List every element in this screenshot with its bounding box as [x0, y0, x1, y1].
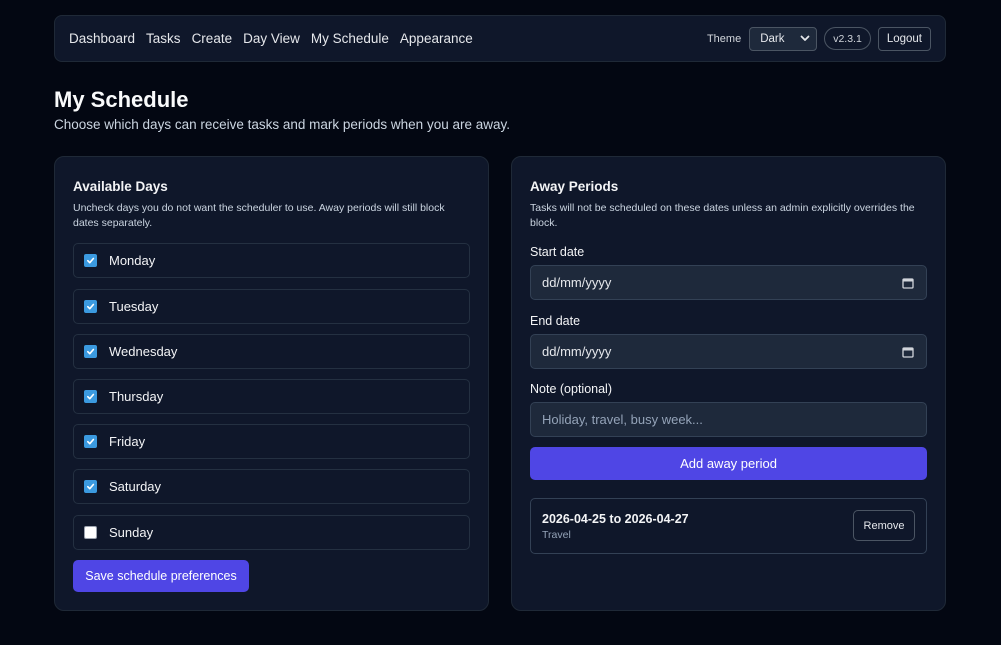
day-label-tuesday: Tuesday — [109, 299, 159, 314]
theme-select-value: Dark — [760, 32, 785, 45]
saturday-checkbox[interactable] — [84, 480, 97, 493]
end-date-value: dd/mm/yyyy — [542, 344, 612, 359]
check-icon — [86, 438, 95, 445]
theme-select[interactable]: Dark — [749, 26, 818, 51]
away-periods-card: Away Periods Tasks will not be scheduled… — [511, 156, 946, 611]
version-badge: v2.3.1 — [824, 27, 871, 50]
nav-link-day-view[interactable]: Day View — [243, 31, 300, 46]
day-row-saturday[interactable]: Saturday — [73, 469, 470, 504]
available-days-card: Available Days Uncheck days you do not w… — [54, 156, 489, 611]
thursday-checkbox[interactable] — [84, 390, 97, 403]
nav-link-tasks[interactable]: Tasks — [146, 31, 181, 46]
sunday-checkbox[interactable] — [84, 526, 97, 539]
day-row-thursday[interactable]: Thursday — [73, 379, 470, 414]
away-period-item: 2026-04-25 to 2026-04-27 Travel Remove — [530, 498, 927, 554]
day-row-sunday[interactable]: Sunday — [73, 515, 470, 550]
day-label-sunday: Sunday — [109, 525, 154, 540]
start-date-value: dd/mm/yyyy — [542, 275, 612, 290]
note-placeholder: Holiday, travel, busy week... — [542, 412, 703, 427]
page-subtitle: Choose which days can receive tasks and … — [54, 117, 510, 132]
start-date-input[interactable]: dd/mm/yyyy — [530, 265, 927, 300]
away-period-note: Travel — [542, 529, 571, 541]
tuesday-checkbox[interactable] — [84, 300, 97, 313]
note-input[interactable]: Holiday, travel, busy week... — [530, 402, 927, 437]
nav-link-appearance[interactable]: Appearance — [400, 31, 473, 46]
available-days-title: Available Days — [73, 179, 168, 194]
day-row-wednesday[interactable]: Wednesday — [73, 334, 470, 369]
day-row-monday[interactable]: Monday — [73, 243, 470, 278]
nav-link-create[interactable]: Create — [192, 31, 233, 46]
away-period-range: 2026-04-25 to 2026-04-27 — [542, 512, 689, 526]
theme-label: Theme — [706, 32, 742, 45]
end-date-input[interactable]: dd/mm/yyyy — [530, 334, 927, 369]
top-nav: Dashboard Tasks Create Day View My Sched… — [54, 15, 946, 62]
start-date-label: Start date — [530, 245, 585, 259]
nav-links: Dashboard Tasks Create Day View My Sched… — [69, 31, 484, 46]
remove-away-period-button[interactable]: Remove — [853, 510, 915, 541]
friday-checkbox[interactable] — [84, 435, 97, 448]
end-date-label: End date — [530, 314, 581, 328]
nav-link-dashboard[interactable]: Dashboard — [69, 31, 135, 46]
note-label: Note (optional) — [530, 382, 612, 396]
add-away-period-button[interactable]: Add away period — [530, 447, 927, 480]
check-icon — [86, 483, 95, 490]
calendar-icon[interactable] — [902, 277, 914, 289]
day-label-thursday: Thursday — [109, 389, 164, 404]
day-label-friday: Friday — [109, 434, 146, 449]
logout-button[interactable]: Logout — [877, 26, 931, 51]
monday-checkbox[interactable] — [84, 254, 97, 267]
day-label-wednesday: Wednesday — [109, 344, 178, 359]
away-periods-title: Away Periods — [530, 179, 619, 194]
nav-link-my-schedule[interactable]: My Schedule — [311, 31, 389, 46]
chevron-down-icon — [800, 35, 810, 41]
day-label-saturday: Saturday — [109, 479, 162, 494]
away-periods-description: Tasks will not be scheduled on these dat… — [530, 202, 915, 229]
available-days-description: Uncheck days you do not want the schedul… — [73, 202, 445, 229]
check-icon — [86, 303, 95, 310]
day-row-friday[interactable]: Friday — [73, 424, 470, 459]
check-icon — [86, 348, 95, 355]
wednesday-checkbox[interactable] — [84, 345, 97, 358]
page-title: My Schedule — [54, 87, 189, 112]
nav-right: Theme Dark v2.3.1 Logout — [706, 26, 931, 51]
check-icon — [86, 393, 95, 400]
check-icon — [86, 257, 95, 264]
save-schedule-button[interactable]: Save schedule preferences — [73, 560, 249, 592]
day-row-tuesday[interactable]: Tuesday — [73, 289, 470, 324]
day-label-monday: Monday — [109, 253, 156, 268]
calendar-icon[interactable] — [902, 346, 914, 358]
